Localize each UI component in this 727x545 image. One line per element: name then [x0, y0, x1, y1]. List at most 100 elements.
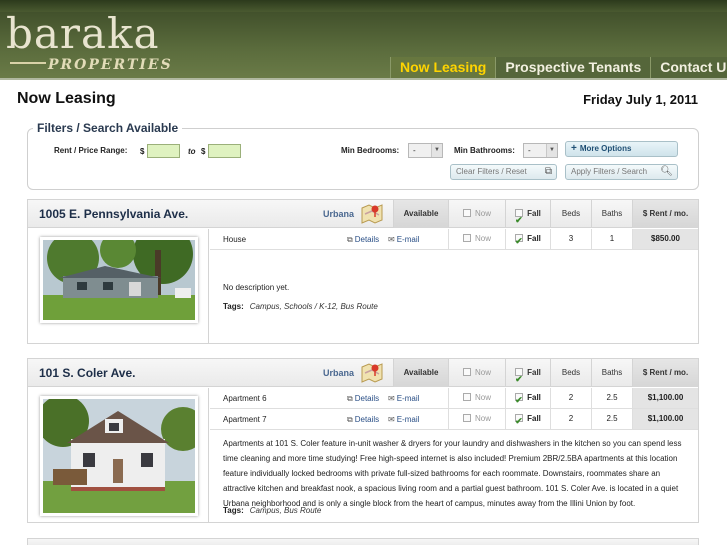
property-card: 101 S. Coler Ave. Urbana Available Now F…: [27, 358, 699, 523]
unit-fall[interactable]: Fall: [505, 409, 550, 431]
property-card: 1005 E. Pennsylvania Ave. Urbana Availab…: [27, 199, 699, 344]
page-title: Now Leasing: [17, 90, 116, 107]
details-link[interactable]: ⧉ Details: [347, 415, 379, 425]
unit-beds: 2: [550, 388, 591, 408]
details-link-label: Details: [354, 415, 380, 424]
tags-label: Tags:: [223, 506, 244, 515]
property-header: 1005 E. Pennsylvania Ave. Urbana Availab…: [28, 200, 698, 234]
tags-label: Tags:: [223, 302, 244, 311]
min-bedrooms-select[interactable]: - ▼: [408, 143, 443, 158]
plus-icon: +: [571, 143, 577, 154]
external-link-icon: ⧉: [347, 415, 353, 424]
reset-icon: ⧉: [544, 166, 552, 177]
email-link-label: E-mail: [396, 235, 420, 244]
checkbox-icon: [462, 414, 471, 422]
checkbox-icon: [462, 368, 471, 376]
logo-divider: [10, 62, 46, 64]
map-icon[interactable]: [360, 202, 384, 224]
unit-name: Apartment 6: [223, 394, 267, 403]
map-icon[interactable]: [360, 361, 384, 383]
min-bathrooms-select[interactable]: - ▼: [523, 143, 558, 158]
unit-fall-label: Fall: [527, 393, 541, 402]
unit-now[interactable]: Now: [448, 388, 505, 408]
tags-list: Campus, Bus Route: [249, 506, 322, 515]
unit-rent: $850.00: [632, 229, 698, 249]
more-options-label: More Options: [579, 144, 632, 153]
col-fall[interactable]: Fall: [505, 200, 550, 234]
unit-baths: 1: [591, 229, 632, 249]
tags-list: Campus, Schools / K-12, Bus Route: [249, 302, 378, 311]
unit-rent: $1,100.00: [632, 388, 698, 408]
clear-filters-button[interactable]: Clear Filters / Reset ⧉: [450, 164, 557, 180]
col-baths: Baths: [591, 359, 632, 387]
unit-now[interactable]: Now: [448, 229, 505, 249]
property-header: 101 S. Coler Ave. Urbana Available Now F…: [28, 359, 698, 393]
col-now[interactable]: Now: [448, 200, 505, 228]
rent-max-input[interactable]: [208, 144, 241, 158]
rent-to-label: to: [188, 147, 196, 156]
details-link[interactable]: ⧉ Details: [347, 235, 379, 245]
unit-name: House: [223, 235, 247, 244]
email-link[interactable]: ✉ E-mail: [388, 394, 419, 403]
property-photo[interactable]: [40, 396, 198, 516]
rent-max-currency: $: [201, 147, 206, 156]
col-available: Available: [393, 359, 448, 387]
apply-filters-button[interactable]: Apply Filters / Search 🔍︎: [565, 164, 678, 180]
search-icon: 🔍︎: [660, 166, 673, 177]
property-city: Urbana: [323, 209, 355, 219]
apply-filters-label: Apply Filters / Search: [571, 167, 648, 176]
col-beds: Beds: [550, 200, 591, 228]
site-header: baraka PROPERTIES Now Leasing Prospectiv…: [0, 0, 727, 80]
filters-panel: Filters / Search Available Rent / Price …: [27, 121, 699, 190]
nav-prospective-tenants[interactable]: Prospective Tenants: [495, 57, 651, 78]
main-nav: Now Leasing Prospective Tenants Contact …: [390, 57, 727, 78]
site-logo[interactable]: baraka: [6, 12, 160, 56]
rent-range-label: Rent / Price Range:: [54, 146, 128, 155]
unit-now-label: Now: [474, 393, 491, 402]
page-date: Friday July 1, 2011: [583, 92, 698, 107]
site-logo-tagline: PROPERTIES: [48, 57, 173, 73]
nav-now-leasing[interactable]: Now Leasing: [390, 57, 496, 78]
checkbox-checked-icon: [515, 390, 524, 410]
checkbox-checked-icon: [515, 206, 524, 234]
property-address[interactable]: 101 S. Coler Ave.: [39, 366, 136, 380]
col-beds: Beds: [550, 359, 591, 387]
chevron-down-icon: ▼: [546, 144, 557, 157]
unit-now-label: Now: [474, 234, 491, 243]
col-now[interactable]: Now: [448, 359, 505, 387]
filters-legend: Filters / Search Available: [33, 121, 183, 135]
col-now-label: Now: [474, 209, 491, 218]
unit-row: Apartment 7 ⧉Details ✉E-mail Now Fall 2 …: [210, 409, 698, 431]
unit-row: House ⧉Details ✉E-mail Now Fall 3 1 $850…: [210, 229, 698, 251]
clear-filters-label: Clear Filters / Reset: [456, 167, 527, 176]
property-header: [28, 539, 698, 545]
details-link[interactable]: ⧉ Details: [347, 394, 379, 404]
col-baths: Baths: [591, 200, 632, 228]
unit-baths: 2.5: [591, 409, 632, 429]
property-photo[interactable]: [40, 237, 198, 323]
min-bedrooms-label: Min Bedrooms:: [341, 146, 400, 155]
col-fall-label: Fall: [527, 209, 541, 218]
nav-contact-us[interactable]: Contact Us: [650, 57, 727, 78]
unit-fall[interactable]: Fall: [505, 388, 550, 410]
more-options-button[interactable]: + More Options: [565, 141, 678, 157]
chevron-down-icon: ▼: [431, 144, 442, 157]
checkbox-checked-icon: [515, 231, 524, 251]
email-link[interactable]: ✉ E-mail: [388, 235, 419, 244]
property-description: Apartments at 101 S. Coler feature in-un…: [223, 439, 682, 508]
rent-min-input[interactable]: [147, 144, 180, 158]
email-link[interactable]: ✉ E-mail: [388, 415, 419, 424]
property-tags: Tags: Campus, Bus Route: [223, 506, 321, 515]
unit-rent: $1,100.00: [632, 409, 698, 429]
unit-baths: 2.5: [591, 388, 632, 408]
property-address[interactable]: 1005 E. Pennsylvania Ave.: [39, 207, 188, 221]
unit-fall[interactable]: Fall: [505, 229, 550, 251]
email-link-label: E-mail: [396, 394, 420, 403]
unit-now[interactable]: Now: [448, 409, 505, 429]
min-bedrooms-value: -: [413, 146, 416, 155]
unit-beds: 2: [550, 409, 591, 429]
email-link-label: E-mail: [396, 415, 420, 424]
col-now-label: Now: [474, 368, 491, 377]
details-link-label: Details: [354, 235, 380, 244]
col-fall[interactable]: Fall: [505, 359, 550, 393]
